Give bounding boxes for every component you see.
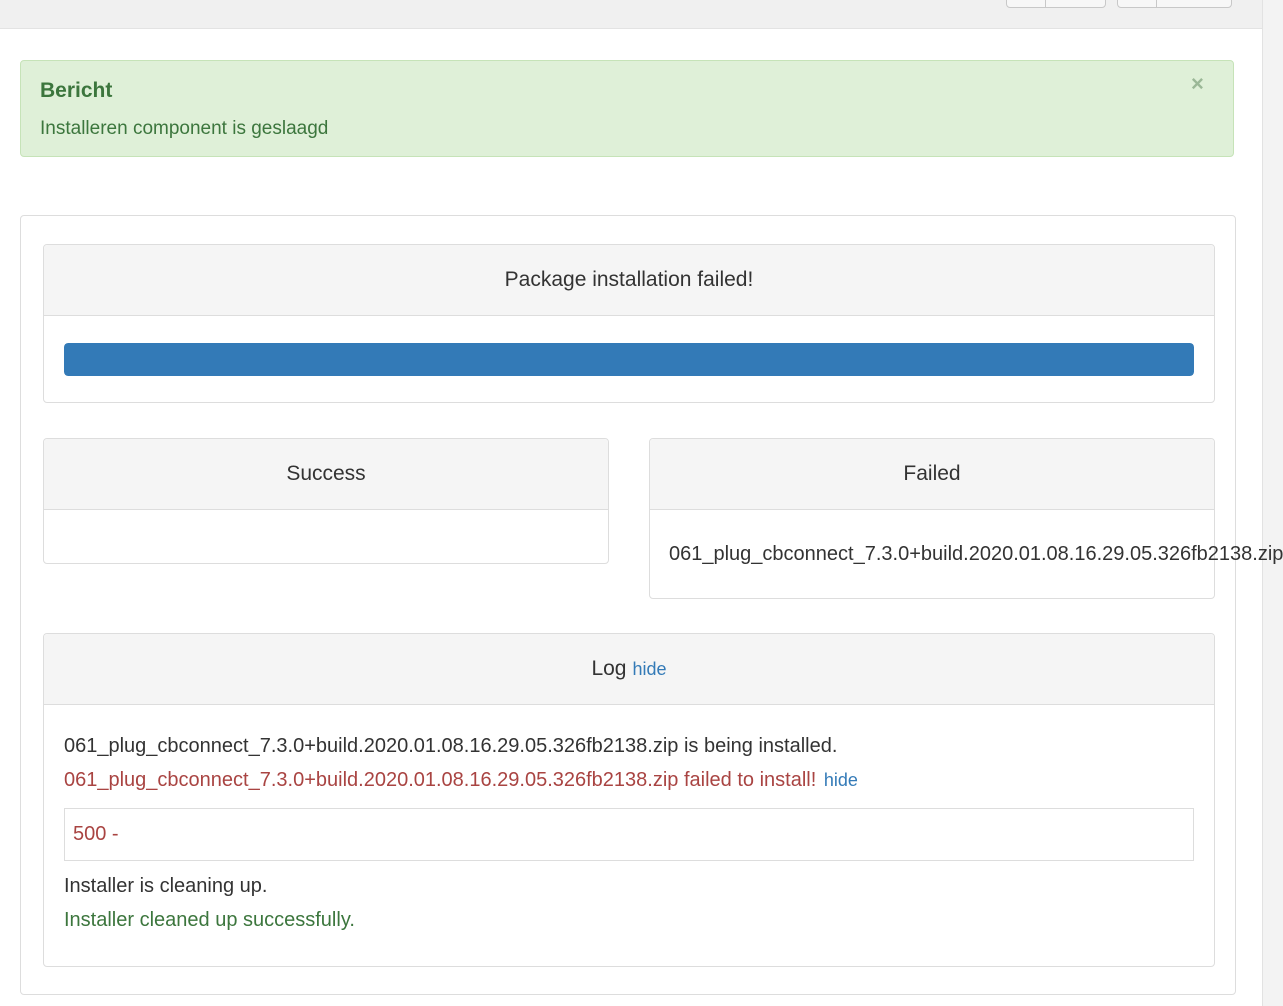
failed-panel: Failed 061_plug_cbconnect_7.3.0+build.20… — [649, 438, 1283, 599]
error-hide-link[interactable]: hide — [824, 770, 858, 790]
alert-heading: Bericht — [40, 79, 113, 102]
log-line-failed: 061_plug_cbconnect_7.3.0+build.2020.01.0… — [64, 769, 858, 792]
button-divider — [1045, 0, 1046, 7]
top-toolbar — [0, 0, 1262, 29]
success-panel-title: Success — [44, 439, 608, 510]
page-scrollbar[interactable] — [1262, 0, 1283, 1006]
log-panel-title: Log — [591, 657, 627, 680]
error-detail-box: 500 - — [64, 808, 1194, 861]
close-icon[interactable]: × — [1191, 73, 1204, 95]
alert-message: Installeren component is geslaagd — [40, 118, 329, 139]
error-code: 500 - — [73, 823, 119, 845]
package-status-title: Package installation failed! — [44, 245, 1214, 316]
installation-progress-bar — [64, 343, 1194, 376]
installer-container: Package installation failed! Success Fai… — [20, 215, 1283, 995]
failed-package-file: 061_plug_cbconnect_7.3.0+build.2020.01.0… — [669, 543, 1283, 565]
package-status-panel: Package installation failed! — [43, 244, 1215, 403]
log-line-failed-text: 061_plug_cbconnect_7.3.0+build.2020.01.0… — [64, 769, 817, 791]
toolbar-button-group-2[interactable] — [1117, 0, 1232, 8]
failed-panel-title: Failed — [650, 439, 1214, 510]
log-panel: Log hide 061_plug_cbconnect_7.3.0+build.… — [43, 633, 1215, 967]
progress-bar-fill — [64, 343, 1194, 376]
button-divider — [1156, 0, 1157, 7]
success-panel: Success — [43, 438, 609, 564]
log-line-cleaned: Installer cleaned up successfully. — [64, 909, 355, 931]
log-hide-link[interactable]: hide — [633, 659, 667, 680]
log-line-cleaning: Installer is cleaning up. — [64, 875, 268, 897]
log-line-installing: 061_plug_cbconnect_7.3.0+build.2020.01.0… — [64, 735, 838, 757]
toolbar-button-group-1[interactable] — [1006, 0, 1106, 8]
success-message-alert: Bericht Installeren component is geslaag… — [20, 60, 1234, 157]
log-panel-header: Log hide — [44, 634, 1214, 705]
